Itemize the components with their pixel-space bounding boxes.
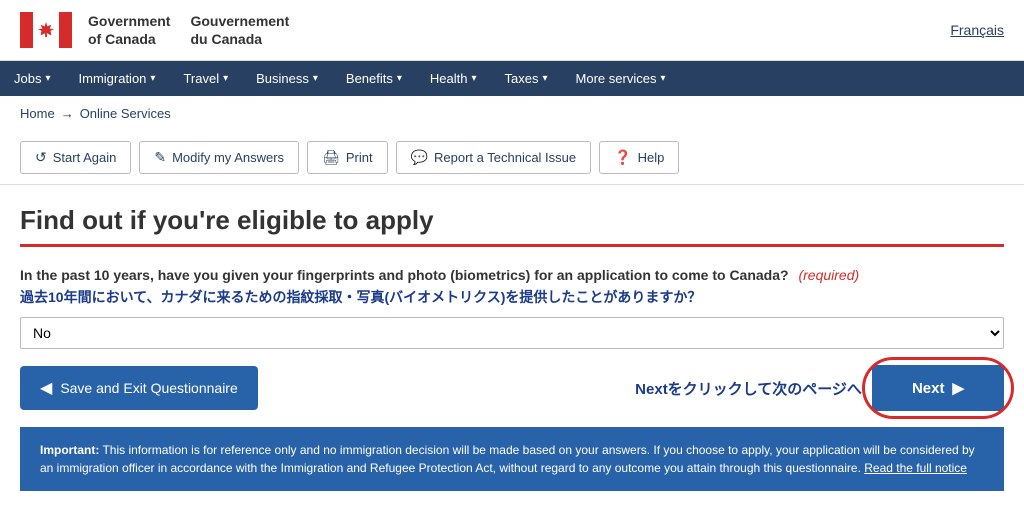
gov-name: Government of Canada Gouvernement du Can… (88, 13, 289, 47)
next-hint-text: Nextをクリックして次のページへ (635, 378, 862, 399)
start-again-icon: ↺ (35, 149, 47, 166)
report-issue-button[interactable]: 💬 Report a Technical Issue (396, 141, 592, 174)
nav-label-jobs: Jobs (14, 71, 41, 86)
important-notice: Important: This information is for refer… (20, 427, 1004, 491)
pencil-icon: ✎ (154, 149, 166, 166)
next-label: Next (912, 380, 945, 397)
breadcrumb-arrow: → (61, 106, 74, 121)
chevron-down-icon: ▾ (150, 73, 155, 84)
save-exit-button[interactable]: ◀ Save and Exit Questionnaire (20, 366, 258, 410)
save-exit-icon: ◀ (40, 378, 52, 398)
nav-label-more-services: More services (576, 71, 657, 86)
question-label: In the past 10 years, have you given you… (20, 267, 789, 283)
header: Government of Canada Gouvernement du Can… (0, 0, 1024, 61)
gov-name-fr: Gouvernement du Canada (190, 13, 289, 47)
save-exit-label: Save and Exit Questionnaire (60, 380, 237, 396)
header-left: Government of Canada Gouvernement du Can… (20, 10, 289, 50)
next-arrow-icon: ▶ (952, 379, 964, 397)
maple-leaf-icon (37, 21, 55, 39)
question-text-en: In the past 10 years, have you given you… (20, 267, 1004, 283)
print-button[interactable]: 🖨 Print (307, 141, 388, 174)
chevron-down-icon: ▾ (313, 73, 318, 84)
next-button[interactable]: Next ▶ (872, 365, 1004, 411)
canada-flag (20, 10, 72, 50)
chevron-down-icon: ▾ (660, 73, 665, 84)
chevron-down-icon: ▾ (223, 73, 228, 84)
chevron-down-icon: ▾ (472, 73, 477, 84)
nav-item-business[interactable]: Business ▾ (242, 61, 332, 96)
print-icon: 🖨 (322, 149, 340, 166)
modify-label: Modify my Answers (172, 150, 284, 165)
help-button[interactable]: ❓ Help (599, 141, 679, 174)
start-again-label: Start Again (53, 150, 117, 165)
nav-item-health[interactable]: Health ▾ (416, 61, 491, 96)
action-row: ◀ Save and Exit Questionnaire Nextをクリックし… (20, 365, 1004, 411)
nav-item-benefits[interactable]: Benefits ▾ (332, 61, 416, 96)
help-label: Help (638, 150, 665, 165)
gov-name-en: Government of Canada (88, 13, 170, 47)
nav-label-benefits: Benefits (346, 71, 393, 86)
next-button-wrapper: Next ▶ (872, 365, 1004, 411)
biometrics-select[interactable]: NoYes (20, 317, 1004, 349)
francais-link[interactable]: Français (950, 22, 1004, 38)
breadcrumb-online-services[interactable]: Online Services (80, 106, 171, 121)
question-block: In the past 10 years, have you given you… (20, 267, 1004, 365)
toolbar: ↺ Start Again ✎ Modify my Answers 🖨 Prin… (0, 131, 1024, 185)
notice-link[interactable]: Read the full notice (864, 461, 967, 475)
breadcrumb: Home → Online Services (0, 96, 1024, 131)
nav-item-jobs[interactable]: Jobs ▾ (0, 61, 65, 96)
nav-label-travel: Travel (183, 71, 219, 86)
main-content: Find out if you're eligible to apply In … (0, 185, 1024, 511)
page-title: Find out if you're eligible to apply (20, 205, 1004, 247)
nav-label-immigration: Immigration (79, 71, 147, 86)
required-label: (required) (798, 267, 859, 283)
nav-item-more-services[interactable]: More services▾ (562, 61, 680, 96)
help-icon: ❓ (614, 149, 631, 166)
nav-label-health: Health (430, 71, 468, 86)
modify-answers-button[interactable]: ✎ Modify my Answers (139, 141, 299, 174)
language-toggle[interactable]: Français (950, 22, 1004, 38)
nav-label-business: Business (256, 71, 309, 86)
chevron-down-icon: ▾ (397, 73, 402, 84)
notice-text: This information is for reference only a… (40, 443, 975, 475)
chevron-down-icon: ▾ (543, 73, 548, 84)
breadcrumb-home[interactable]: Home (20, 106, 55, 121)
next-section: Nextをクリックして次のページへ Next ▶ (635, 365, 1004, 411)
chevron-down-icon: ▾ (45, 73, 50, 84)
chat-icon: 💬 (411, 149, 428, 166)
start-again-button[interactable]: ↺ Start Again (20, 141, 131, 174)
nav-label-taxes: Taxes (505, 71, 539, 86)
nav-item-taxes[interactable]: Taxes ▾ (491, 61, 562, 96)
nav-item-immigration[interactable]: Immigration▾ (65, 61, 170, 96)
nav-item-travel[interactable]: Travel ▾ (169, 61, 242, 96)
main-nav: Jobs▾Immigration▾Travel▾Business▾Benefit… (0, 61, 1024, 96)
report-label: Report a Technical Issue (434, 150, 576, 165)
notice-bold: Important: (40, 443, 99, 457)
print-label: Print (346, 150, 373, 165)
question-text-ja: 過去10年間において、カナダに来るための指紋採取・写真(バイオメトリクス)を提供… (20, 287, 1004, 307)
